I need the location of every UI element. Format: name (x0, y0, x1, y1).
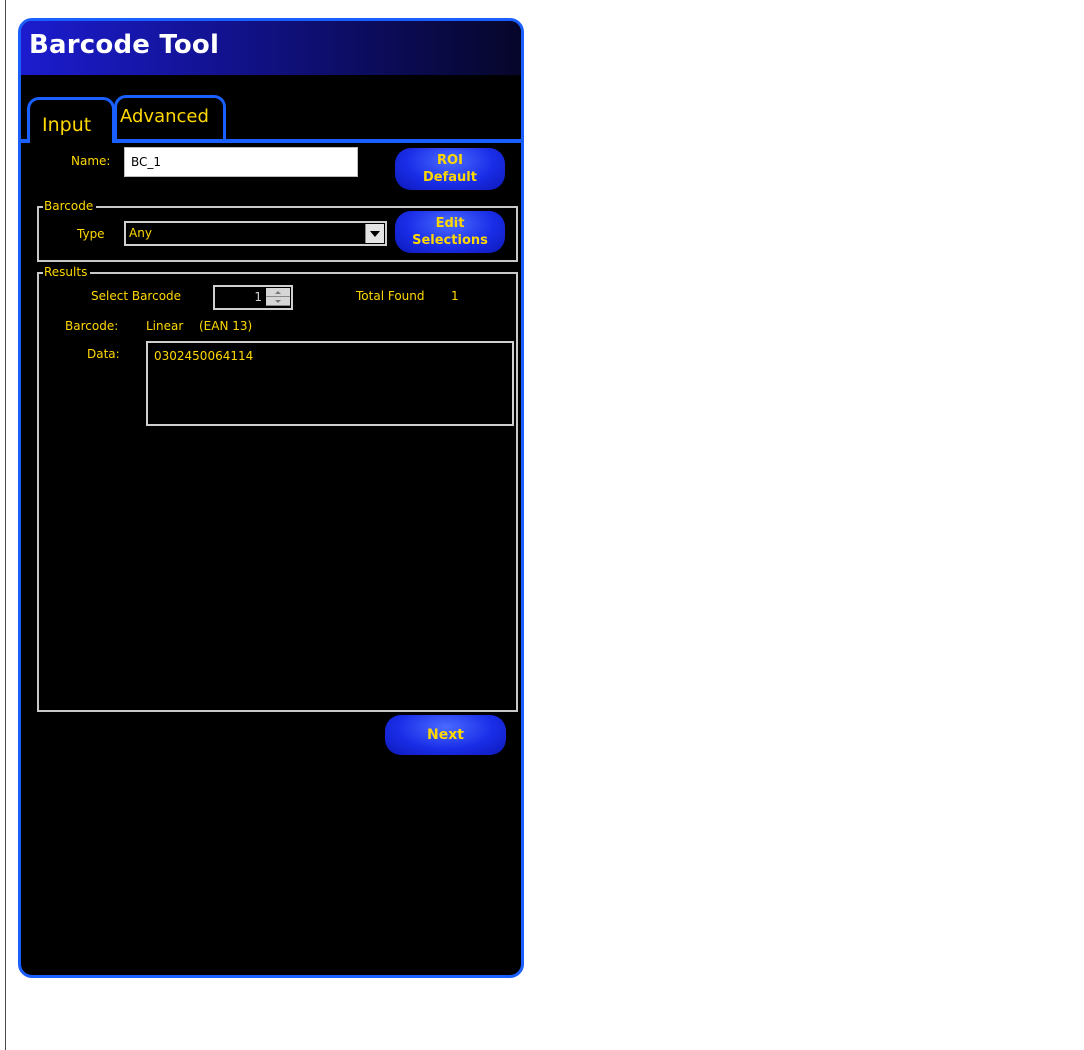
window-title: Barcode Tool (29, 30, 220, 60)
tab-advanced-label: Advanced (120, 106, 209, 127)
roi-default-line2: Default (423, 170, 477, 185)
select-barcode-spinner[interactable]: 1 (213, 285, 293, 310)
roi-default-button[interactable]: ROI Default (395, 148, 505, 190)
chevron-down-icon (370, 230, 380, 237)
edit-selections-button[interactable]: Edit Selections (395, 211, 505, 253)
title-bar: Barcode Tool (21, 21, 521, 75)
tab-input[interactable]: Input (27, 97, 115, 143)
barcode-result-type: Linear (146, 319, 184, 333)
data-value: 0302450064114 (154, 349, 254, 363)
results-group-legend: Results (43, 265, 91, 279)
tab-advanced[interactable]: Advanced (114, 95, 226, 140)
name-label: Name: (71, 154, 111, 168)
spinner-down-button[interactable] (266, 297, 290, 306)
barcode-type-select[interactable]: Any (124, 221, 387, 246)
data-label: Data: (87, 347, 120, 361)
data-textbox[interactable]: 0302450064114 (146, 341, 514, 426)
barcode-tool-panel: Barcode Tool Advanced Input Name: ROI De… (18, 18, 524, 978)
select-barcode-value: 1 (254, 290, 262, 304)
next-button[interactable]: Next (385, 715, 506, 755)
edit-selections-line2: Selections (412, 233, 488, 248)
results-groupbox: Results (37, 265, 518, 712)
barcode-result-label: Barcode: (65, 319, 119, 333)
total-found-label: Total Found (356, 289, 425, 303)
total-found-value: 1 (451, 289, 459, 303)
roi-default-line1: ROI (437, 153, 463, 168)
chevron-up-icon (275, 290, 281, 294)
barcode-type-value: Any (129, 226, 152, 240)
select-barcode-label: Select Barcode (91, 289, 182, 303)
tab-input-label: Input (42, 114, 92, 136)
barcode-result-symbology: (EAN 13) (199, 319, 253, 333)
type-label: Type (77, 227, 105, 241)
name-input[interactable] (124, 147, 358, 177)
barcode-group-legend: Barcode (43, 199, 97, 213)
page-left-rule (5, 0, 6, 1050)
chevron-down-icon (275, 299, 281, 303)
edit-selections-line1: Edit (435, 216, 465, 231)
spinner-buttons (266, 288, 290, 307)
spinner-up-button[interactable] (266, 288, 290, 297)
next-button-label: Next (427, 727, 464, 743)
dropdown-arrow-button[interactable] (365, 224, 384, 243)
